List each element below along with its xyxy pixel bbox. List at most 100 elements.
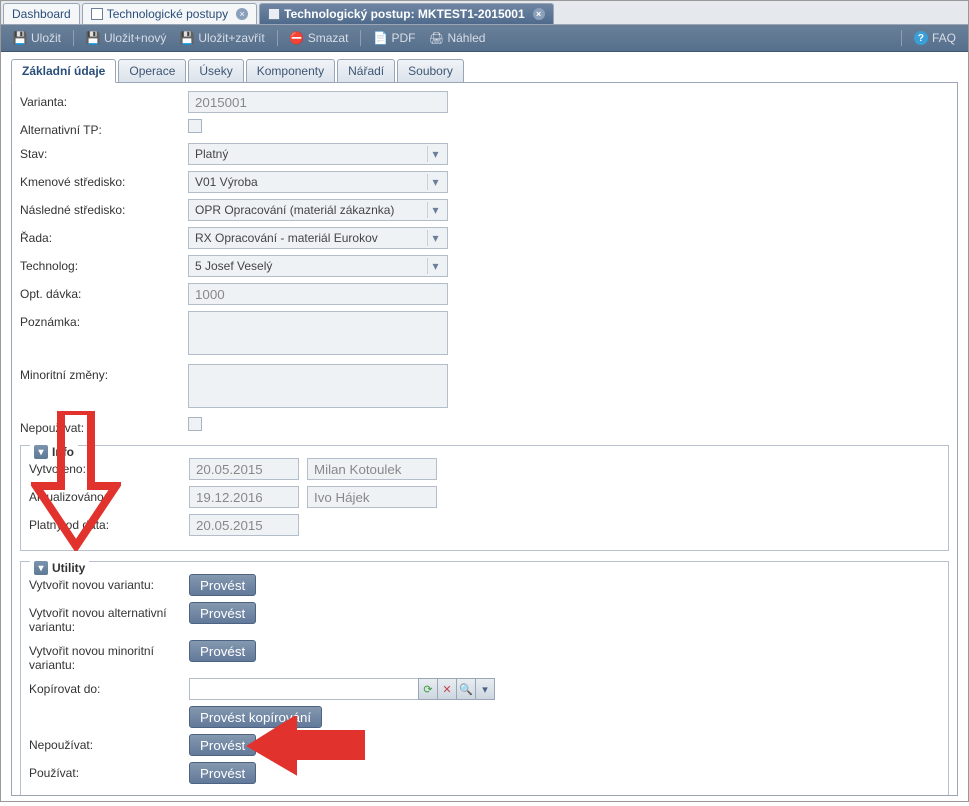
- save-icon: 💾: [13, 31, 27, 45]
- delete-label: Smazat: [308, 31, 349, 45]
- updated-date-field[interactable]: [189, 486, 299, 508]
- preview-label: Náhled: [447, 31, 485, 45]
- document-tabs: Dashboard Technologické postupy × Techno…: [1, 1, 968, 25]
- save-new-label: Uložit+nový: [104, 31, 166, 45]
- tab-tech-detail-label: Technologický postup: MKTEST1-2015001: [284, 7, 525, 21]
- form-panel: Varianta: Alternativní TP: Stav: Platný …: [11, 82, 958, 796]
- toolbar: 💾 Uložit 💾 Uložit+nový 💾 Uložit+zavřít ⛔…: [1, 25, 968, 52]
- nepouzivat-button[interactable]: Provést: [189, 734, 256, 756]
- lookup-dropdown-button[interactable]: ▾: [475, 678, 495, 700]
- tab-components[interactable]: Komponenty: [246, 59, 335, 83]
- collapse-icon[interactable]: ▾: [34, 445, 48, 459]
- tab-dashboard[interactable]: Dashboard: [3, 3, 80, 24]
- alt-tp-label: Alternativní TP:: [20, 119, 180, 137]
- new-variant-button[interactable]: Provést: [189, 574, 256, 596]
- close-icon[interactable]: ×: [236, 8, 248, 20]
- delete-button[interactable]: ⛔ Smazat: [286, 29, 353, 47]
- separator: [901, 30, 902, 46]
- nepouzivat-checkbox[interactable]: [188, 417, 202, 431]
- rada-select[interactable]: RX Opracování - materiál Eurokov ▾: [188, 227, 448, 249]
- save-icon: 💾: [180, 31, 194, 45]
- tab-tools[interactable]: Nářadí: [337, 59, 395, 83]
- minor-label: Minoritní změny:: [20, 364, 180, 382]
- lookup-search-button[interactable]: 🔍: [456, 678, 476, 700]
- tab-dashboard-label: Dashboard: [12, 7, 71, 21]
- nepouzivat-chk-label: Nepoužívat:: [20, 417, 180, 435]
- kmen-value: V01 Výroba: [195, 175, 258, 189]
- copy-exec-button[interactable]: Provést kopírování: [189, 706, 322, 728]
- variant-field[interactable]: [188, 91, 448, 113]
- valid-label: Platný od data:: [29, 514, 181, 532]
- tab-sections[interactable]: Úseky: [188, 59, 243, 83]
- lookup-refresh-button[interactable]: ⟳: [418, 678, 438, 700]
- tab-basic[interactable]: Základní údaje: [11, 59, 116, 83]
- chevron-down-icon: ▾: [427, 174, 443, 190]
- close-icon[interactable]: ×: [533, 8, 545, 20]
- pouzivat-button[interactable]: Provést: [189, 762, 256, 784]
- updated-user-field[interactable]: [307, 486, 437, 508]
- save-label: Uložit: [31, 31, 61, 45]
- nasl-value: OPR Opracování (materiál zákaznka): [195, 203, 394, 217]
- faq-button[interactable]: ? FAQ: [910, 29, 960, 47]
- lookup-clear-button[interactable]: ✕: [437, 678, 457, 700]
- info-title: Info: [52, 445, 74, 459]
- rada-label: Řada:: [20, 227, 180, 245]
- tab-tech-list-label: Technologické postupy: [107, 7, 228, 21]
- status-select[interactable]: Platný ▾: [188, 143, 448, 165]
- utility-section: ▾ Utility Vytvořit novou variantu: Prové…: [20, 561, 949, 795]
- updated-label: Aktualizováno:: [29, 486, 181, 504]
- printer-icon: 🖨: [429, 31, 443, 45]
- doc-icon: [268, 8, 280, 20]
- delete-icon: ⛔: [290, 31, 304, 45]
- technolog-label: Technolog:: [20, 255, 180, 273]
- save-new-button[interactable]: 💾 Uložit+nový: [82, 29, 170, 47]
- save-icon: 💾: [86, 31, 100, 45]
- chevron-down-icon: ▾: [427, 202, 443, 218]
- valid-date-field[interactable]: [189, 514, 299, 536]
- new-alt-button[interactable]: Provést: [189, 602, 256, 624]
- status-label: Stav:: [20, 143, 180, 161]
- note-textarea[interactable]: [188, 311, 448, 355]
- pouzivat-label: Používat:: [29, 762, 181, 780]
- kmen-select[interactable]: V01 Výroba ▾: [188, 171, 448, 193]
- tab-tech-detail[interactable]: Technologický postup: MKTEST1-2015001 ×: [259, 3, 554, 24]
- new-variant-label: Vytvořit novou variantu:: [29, 574, 181, 592]
- scroll-area[interactable]: Varianta: Alternativní TP: Stav: Platný …: [12, 83, 957, 795]
- save-close-label: Uložit+zavřít: [198, 31, 264, 45]
- doc-icon: [91, 8, 103, 20]
- info-section: ▾ Info Vytvořeno: Aktualizováno:: [20, 445, 949, 551]
- utility-title: Utility: [52, 561, 85, 575]
- pdf-label: PDF: [391, 31, 415, 45]
- technolog-select[interactable]: 5 Josef Veselý ▾: [188, 255, 448, 277]
- created-date-field[interactable]: [189, 458, 299, 480]
- faq-label: FAQ: [932, 31, 956, 45]
- spacer-label: [29, 706, 181, 710]
- separator: [360, 30, 361, 46]
- pdf-icon: 📄: [373, 31, 387, 45]
- content: Základní údaje Operace Úseky Komponenty …: [1, 52, 968, 806]
- new-alt-label: Vytvořit novou alternativní variantu:: [29, 602, 181, 634]
- pdf-button[interactable]: 📄 PDF: [369, 29, 419, 47]
- preview-button[interactable]: 🖨 Náhled: [425, 29, 489, 47]
- note-label: Poznámka:: [20, 311, 180, 329]
- rada-value: RX Opracování - materiál Eurokov: [195, 231, 378, 245]
- chevron-down-icon: ▾: [427, 230, 443, 246]
- save-button[interactable]: 💾 Uložit: [9, 29, 65, 47]
- nasl-select[interactable]: OPR Opracování (materiál zákaznka) ▾: [188, 199, 448, 221]
- new-minor-button[interactable]: Provést: [189, 640, 256, 662]
- nasl-label: Následné středisko:: [20, 199, 180, 217]
- opt-field[interactable]: [188, 283, 448, 305]
- tab-operations[interactable]: Operace: [118, 59, 186, 83]
- collapse-icon[interactable]: ▾: [34, 561, 48, 575]
- copy-field[interactable]: [189, 678, 419, 700]
- tab-files[interactable]: Soubory: [397, 59, 464, 83]
- tab-tech-list[interactable]: Technologické postupy ×: [82, 3, 257, 24]
- variant-label: Varianta:: [20, 91, 180, 109]
- alt-tp-checkbox[interactable]: [188, 119, 202, 133]
- opt-label: Opt. dávka:: [20, 283, 180, 301]
- created-user-field[interactable]: [307, 458, 437, 480]
- save-close-button[interactable]: 💾 Uložit+zavřít: [176, 29, 268, 47]
- minor-textarea[interactable]: [188, 364, 448, 408]
- status-value: Platný: [195, 147, 228, 161]
- created-label: Vytvořeno:: [29, 458, 181, 476]
